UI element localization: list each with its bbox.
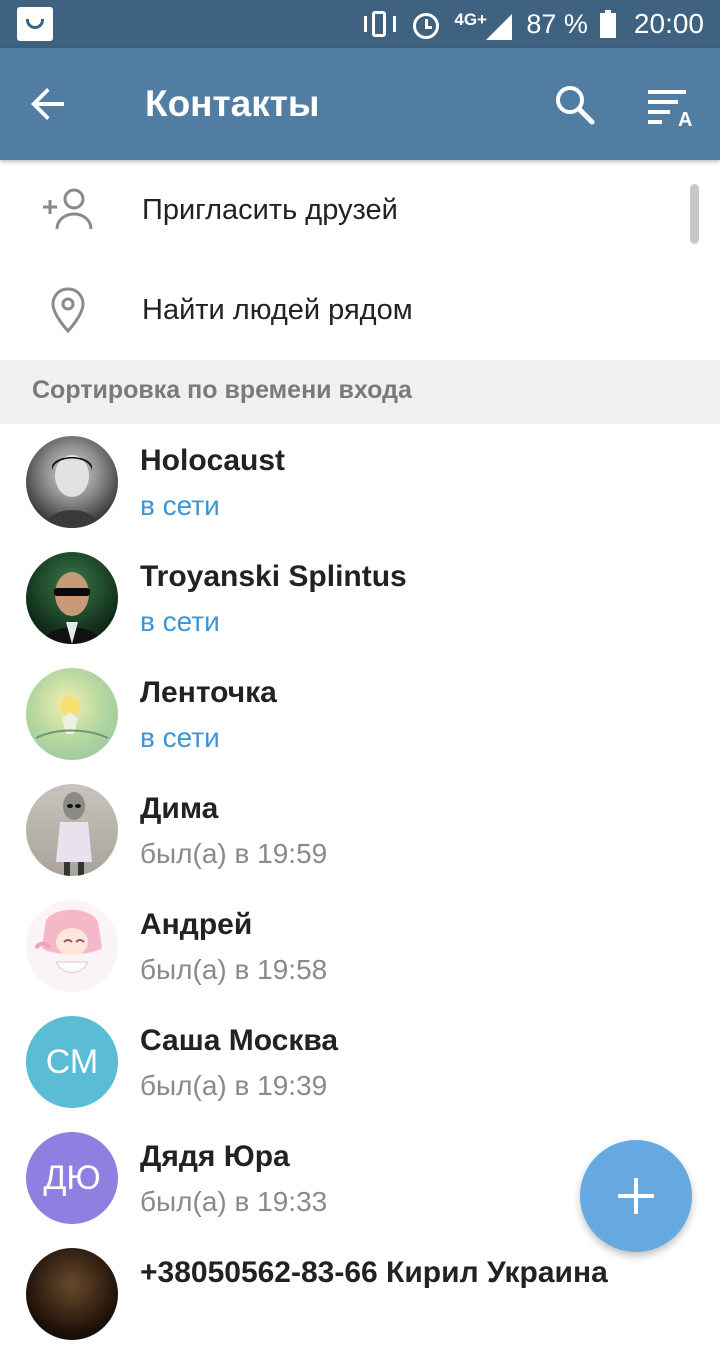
- photo-avatar-icon: [44, 455, 100, 528]
- battery-percent: 87 %: [526, 8, 588, 39]
- signal-icon: 4G+: [454, 7, 514, 41]
- contact-name: Дядя Юра: [140, 1140, 290, 1173]
- sort-button[interactable]: A: [644, 80, 696, 128]
- avatar: [26, 1248, 118, 1340]
- status-bar: 4G+ 87 % 20:00: [0, 0, 720, 48]
- scrollbar-thumb[interactable]: [690, 184, 699, 244]
- contact-row[interactable]: Troyanski Splintus в сети: [0, 540, 720, 656]
- network-type-label: 4G+: [454, 10, 487, 29]
- photo-avatar-icon: [35, 696, 109, 739]
- contact-row[interactable]: Ленточка в сети: [0, 656, 720, 772]
- invite-friends-item[interactable]: Пригласить друзей: [0, 160, 720, 260]
- avatar-initials: ДЮ: [43, 1158, 101, 1197]
- contact-status: в сети: [140, 490, 220, 521]
- avatar: [26, 784, 118, 876]
- contact-status: был(а) в 19:58: [140, 954, 328, 985]
- add-contact-button[interactable]: [580, 1140, 692, 1252]
- contact-name: Андрей: [140, 908, 253, 941]
- sort-alpha-icon: A: [648, 90, 692, 128]
- contact-name: +38050562-83-66 Кирил Украина: [140, 1256, 608, 1289]
- contact-status: был(а) в 19:33: [140, 1186, 328, 1217]
- find-people-nearby-item[interactable]: Найти людей рядом: [0, 260, 720, 360]
- contact-status: в сети: [140, 722, 220, 753]
- sort-by-login-time-label: Сортировка по времени входа: [32, 376, 412, 404]
- svg-text:A: A: [678, 109, 692, 128]
- avatar: [26, 668, 118, 760]
- invite-friends-label: Пригласить друзей: [142, 194, 398, 226]
- contact-status: был(а) в 19:39: [140, 1070, 328, 1101]
- alarm-icon: [410, 8, 442, 40]
- arrow-back-icon: [31, 88, 64, 120]
- status-time: 20:00: [633, 8, 704, 39]
- store-icon: [17, 7, 53, 41]
- photo-avatar-icon: [42, 572, 102, 644]
- back-button[interactable]: [24, 80, 72, 128]
- contact-row[interactable]: Андрей был(а) в 19:58: [0, 888, 720, 1004]
- contact-name: Саша Москва: [140, 1024, 339, 1057]
- avatar: ДЮ: [26, 1132, 118, 1224]
- avatar-initials: СМ: [45, 1042, 99, 1081]
- find-people-nearby-label: Найти людей рядом: [142, 294, 413, 326]
- status-icons: 4G+ 87 % 20:00: [362, 0, 704, 48]
- photo-avatar-icon: [34, 909, 102, 973]
- contact-row[interactable]: СМ Саша Москва был(а) в 19:39: [0, 1004, 720, 1120]
- avatar: [26, 552, 118, 644]
- vibrate-icon: [362, 7, 398, 41]
- contact-status: был(а) в 19:59: [140, 838, 328, 869]
- action-menu: Пригласить друзей Найти людей рядом: [0, 160, 720, 360]
- contact-name: Ленточка: [140, 676, 277, 709]
- avatar: [26, 900, 118, 992]
- contact-name: Troyanski Splintus: [140, 560, 407, 593]
- contact-status: в сети: [140, 606, 220, 637]
- page-title: Контакты: [145, 83, 320, 124]
- search-button[interactable]: [550, 80, 598, 128]
- contact-row[interactable]: Holocaust в сети: [0, 424, 720, 540]
- contact-name: Holocaust: [140, 444, 286, 477]
- add-person-icon: [43, 188, 93, 230]
- app-bar: Контакты A: [0, 48, 720, 160]
- battery-icon: [599, 10, 616, 38]
- avatar: СМ: [26, 1016, 118, 1108]
- search-icon: [556, 86, 595, 125]
- photo-avatar-icon: [56, 792, 92, 876]
- section-header: Сортировка по времени входа: [0, 360, 720, 424]
- contact-row[interactable]: Дима был(а) в 19:59: [0, 772, 720, 888]
- location-pin-icon: [51, 287, 85, 334]
- contact-row[interactable]: +38050562-83-66 Кирил Украина: [0, 1236, 720, 1352]
- contact-name: Дима: [140, 792, 219, 825]
- avatar: [26, 436, 118, 528]
